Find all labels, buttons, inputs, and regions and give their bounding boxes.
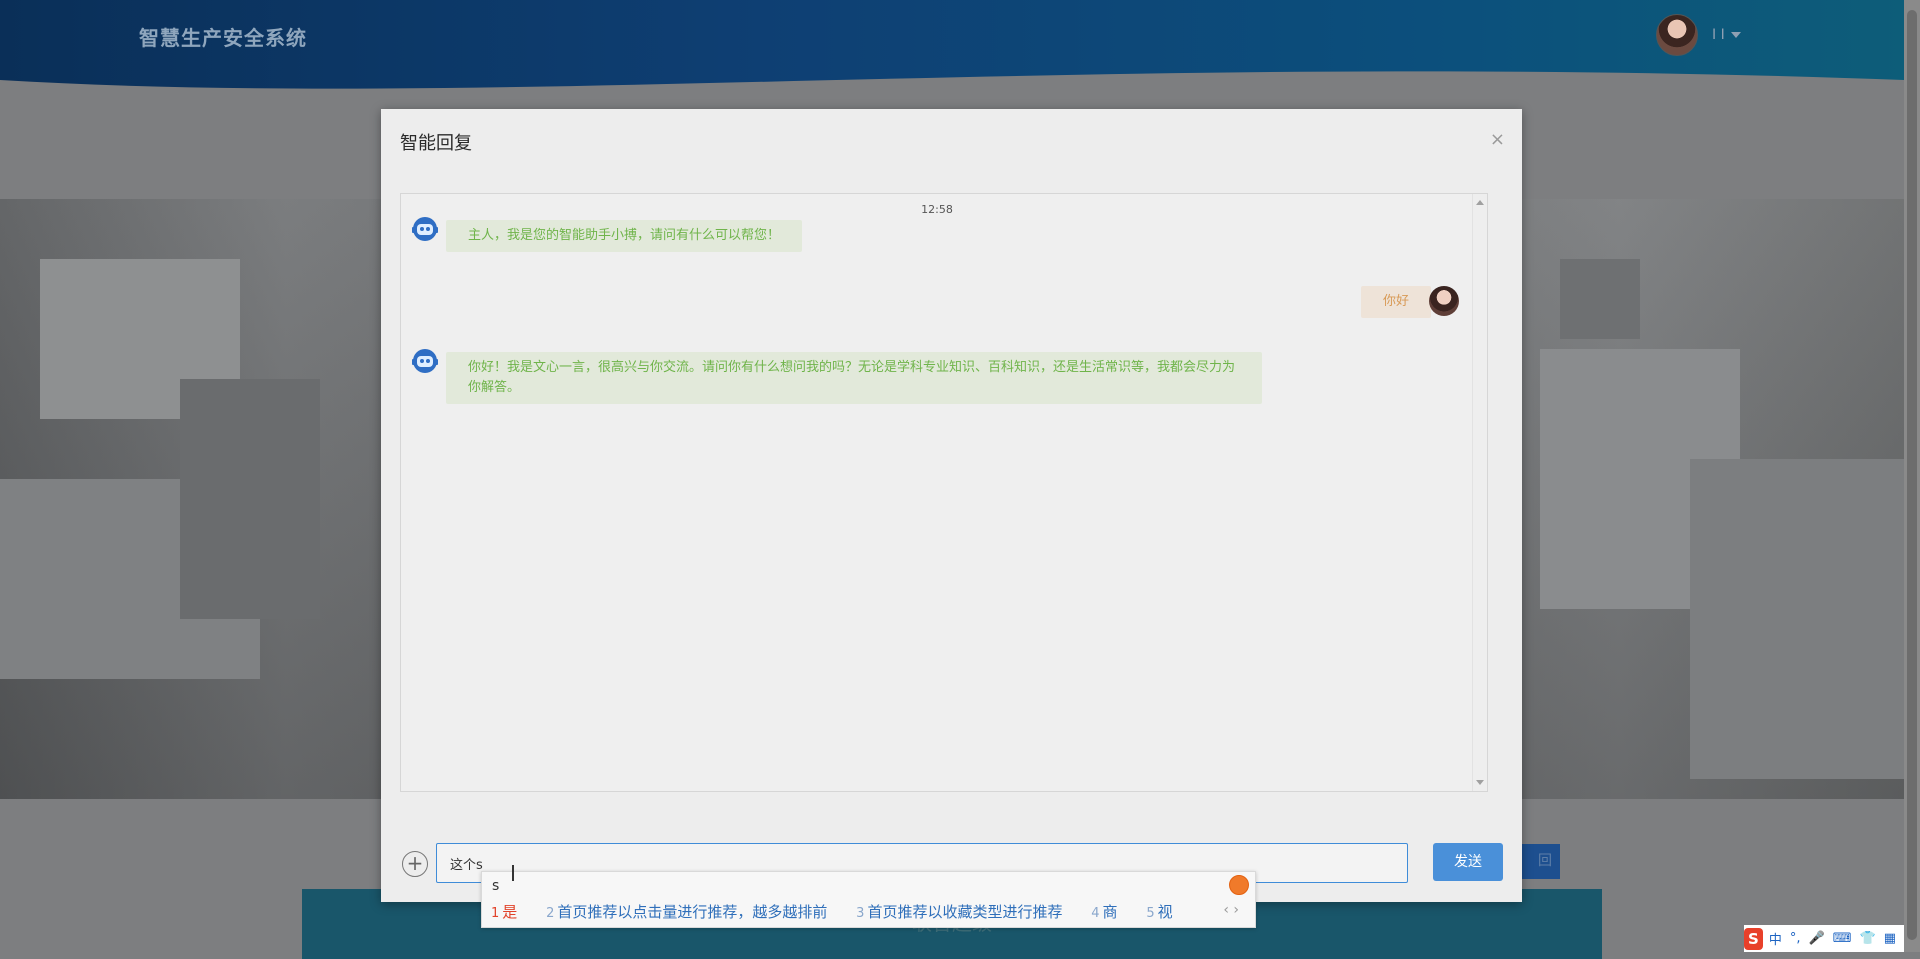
send-button[interactable]: 发送 xyxy=(1433,843,1503,881)
text-cursor xyxy=(512,865,514,881)
dialog-title: 智能回复 xyxy=(400,133,472,154)
ime-candidate[interactable]: 1是 xyxy=(491,903,529,921)
microphone-icon[interactable]: 🎤 xyxy=(1809,931,1825,946)
user-message: 你好 xyxy=(1360,286,1431,318)
chat-scrollbar[interactable] xyxy=(1472,194,1487,791)
page-scrollbar-thumb[interactable] xyxy=(1907,10,1917,940)
ime-toolbar: S 中 °, 🎤 ⌨ 👕 ▦ xyxy=(1744,925,1904,952)
ime-mode-chinese[interactable]: 中 xyxy=(1769,929,1782,948)
toolbox-icon[interactable]: ▦ xyxy=(1884,931,1896,946)
punctuation-icon[interactable]: °, xyxy=(1790,931,1801,946)
ime-candidate[interactable]: 5视 xyxy=(1146,903,1184,921)
header-wave xyxy=(0,71,1904,110)
user-menu[interactable]: I I xyxy=(1656,14,1741,56)
robot-icon xyxy=(412,217,438,241)
chat-history[interactable]: 12:58 主人，我是您的智能助手小搏，请问有什么可以帮您！ 你好 你好！我是文… xyxy=(400,193,1488,792)
robot-icon xyxy=(412,349,438,373)
page-scrollbar[interactable] xyxy=(1904,0,1920,952)
message-input-value: 这个s xyxy=(450,858,483,873)
ime-candidate[interactable]: 3 首页推荐以收藏类型进行推荐 xyxy=(856,903,1074,921)
scroll-down-icon[interactable] xyxy=(1476,780,1484,785)
scroll-up-icon[interactable] xyxy=(1476,200,1484,205)
chevron-down-icon[interactable] xyxy=(1730,32,1741,38)
site-title: 智慧生产安全系统 xyxy=(139,26,307,50)
user-message-avatar xyxy=(1429,286,1459,316)
ime-pinyin: s xyxy=(492,878,500,894)
user-name[interactable]: I I xyxy=(1712,27,1725,43)
ime-candidate[interactable]: 4商 xyxy=(1091,903,1129,921)
ime-candidate-window: s 1是 2 首页推荐以点击量进行推荐，越多越排前 3 首页推荐以收藏类型进行推荐 … xyxy=(481,871,1256,928)
sogou-logo-icon[interactable]: S xyxy=(1744,927,1763,950)
bot-message: 主人，我是您的智能助手小搏，请问有什么可以帮您！ xyxy=(446,220,803,252)
close-icon[interactable]: × xyxy=(1490,129,1505,150)
chat-timestamp: 12:58 xyxy=(921,203,953,216)
bot-message: 你好！我是文心一言，很高兴与你交流。请问你有什么想问我的吗？无论是学科专业知识、… xyxy=(446,352,1262,404)
ime-skin-icon[interactable] xyxy=(1229,875,1249,895)
skin-icon[interactable]: 👕 xyxy=(1860,931,1876,946)
keyboard-icon[interactable]: ⌨ xyxy=(1833,931,1852,946)
smart-reply-dialog: 智能回复 × 12:58 主人，我是您的智能助手小搏，请问有什么可以帮您！ 你好… xyxy=(381,109,1522,902)
user-avatar[interactable] xyxy=(1656,14,1698,56)
ime-candidate-list: 1是 2 首页推荐以点击量进行推荐，越多越排前 3 首页推荐以收藏类型进行推荐 4商… xyxy=(491,901,1197,922)
ime-page-nav[interactable]: ‹ › xyxy=(1223,902,1239,918)
ime-candidate[interactable]: 2 首页推荐以点击量进行推荐，越多越排前 xyxy=(546,903,839,921)
add-attachment-button[interactable]: + xyxy=(402,851,428,877)
